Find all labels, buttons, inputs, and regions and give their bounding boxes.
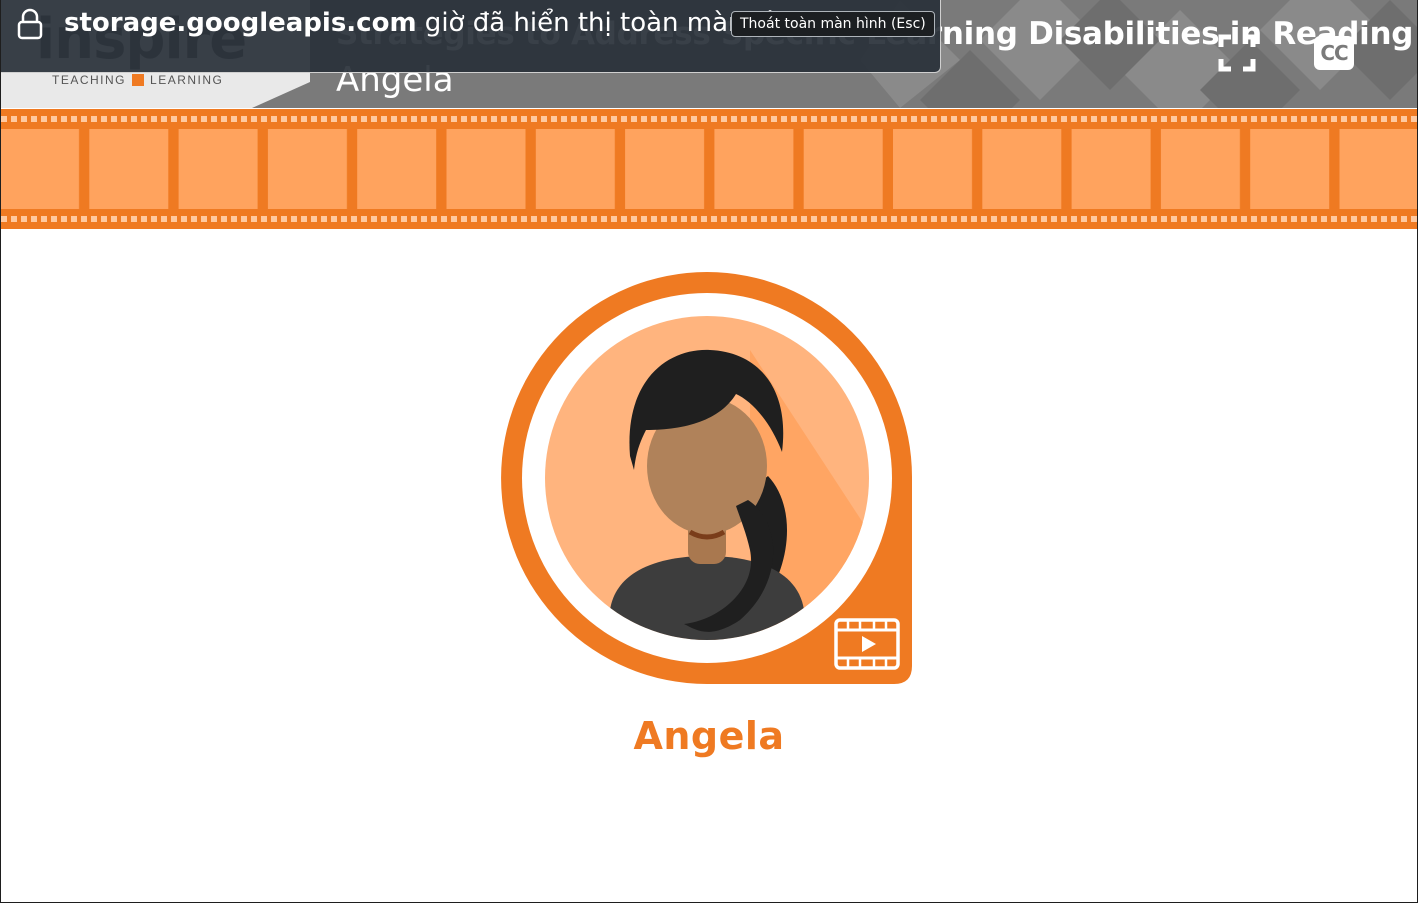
- logo-square-icon: [132, 74, 145, 86]
- film-frames: [0, 129, 1418, 209]
- character-avatar-button[interactable]: [500, 270, 914, 686]
- film-strip-banner: [0, 109, 1418, 229]
- video-play-icon: [834, 618, 900, 670]
- fullscreen-notification: storage.googleapis.com giờ đã hiển thị t…: [0, 0, 941, 73]
- fullscreen-icon[interactable]: [1218, 34, 1256, 72]
- exit-fullscreen-button[interactable]: Thoát toàn màn hình (Esc): [731, 11, 935, 37]
- notice-domain: storage.googleapis.com: [64, 8, 417, 38]
- film-holes-top: [0, 116, 1418, 122]
- logo-right-text: LEARNING: [150, 73, 224, 87]
- logo-left-text: TEACHING: [52, 73, 127, 87]
- character-name[interactable]: Angela: [0, 714, 1418, 758]
- lock-icon: [17, 8, 43, 40]
- closed-captions-button[interactable]: CC: [1314, 36, 1354, 70]
- logo-tagline: TEACHING LEARNING: [52, 73, 223, 87]
- film-holes-bottom: [0, 216, 1418, 222]
- fullscreen-message: storage.googleapis.com giờ đã hiển thị t…: [64, 8, 809, 38]
